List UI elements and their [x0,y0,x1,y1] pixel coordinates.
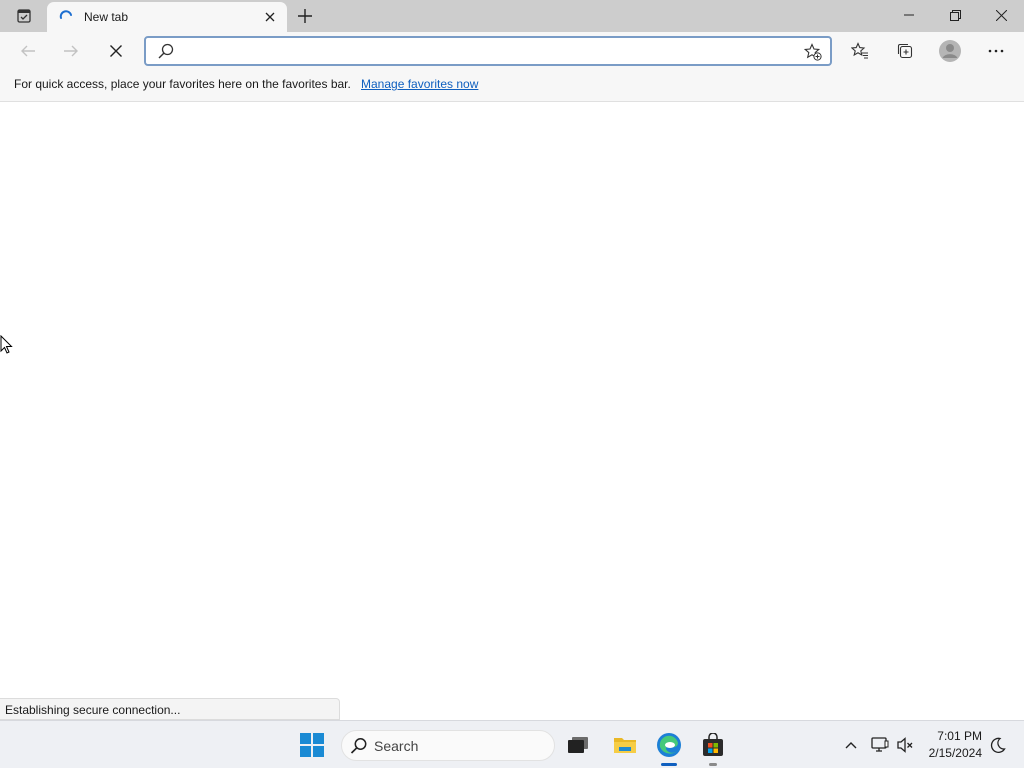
stop-icon [110,45,122,57]
task-view-icon [568,737,588,753]
taskbar: Search 7:01 PM 2/15/2024 [0,720,1024,768]
close-icon [265,12,275,22]
tab-actions-button[interactable] [8,4,40,28]
settings-menu-button[interactable] [981,36,1011,66]
moon-icon [990,737,1006,753]
show-hidden-icons-button[interactable] [840,733,862,757]
status-text: Establishing secure connection... [5,703,181,717]
page-content [0,103,1024,720]
favorites-button[interactable] [845,36,875,66]
more-icon [988,49,1004,53]
mouse-cursor-icon [0,335,13,354]
volume-button[interactable] [894,733,916,757]
loading-spinner-icon [59,10,72,19]
search-icon [350,738,367,754]
taskbar-search-label: Search [374,738,419,754]
tab-new-tab[interactable]: New tab [47,2,287,32]
running-app-indicator [709,763,717,766]
tab-close-button[interactable] [261,8,279,26]
collections-icon [897,43,913,59]
taskbar-search-box[interactable]: Search [341,730,555,761]
restore-icon [949,9,961,21]
task-view-button[interactable] [560,727,596,763]
windows-logo-icon [300,733,324,757]
search-icon [158,43,174,59]
tab-strip: New tab [0,0,1024,32]
edge-icon [657,733,681,757]
start-button[interactable] [294,727,330,763]
address-bar[interactable] [144,36,832,66]
speaker-muted-icon [897,737,913,753]
close-icon [995,9,1007,21]
chevron-up-icon [845,742,857,749]
minimize-icon [904,14,914,16]
folder-icon [614,738,636,753]
network-icon [871,737,889,752]
address-input[interactable] [182,40,782,62]
store-button[interactable] [695,727,731,763]
notification-button[interactable] [987,733,1009,757]
tab-actions-icon [17,9,31,23]
favorites-bar-message: For quick access, place your favorites h… [14,77,351,91]
browser-toolbar [0,32,1024,70]
minimize-button[interactable] [886,0,932,30]
clock-date[interactable]: 2/15/2024 [920,746,982,760]
plus-icon [298,9,312,23]
close-window-button[interactable] [978,0,1024,30]
forward-button[interactable] [56,36,86,66]
network-status-button[interactable] [869,733,891,757]
favorites-icon [851,42,868,59]
forward-arrow-icon [64,45,78,57]
back-button[interactable] [13,36,43,66]
clock-time[interactable]: 7:01 PM [920,729,982,743]
active-app-indicator [661,763,677,766]
favorites-bar: For quick access, place your favorites h… [0,70,1024,102]
status-bubble: Establishing secure connection... [0,698,340,720]
profile-button[interactable] [935,36,965,66]
tab-title: New tab [84,10,129,24]
collections-button[interactable] [890,36,920,66]
new-tab-button[interactable] [292,4,318,28]
file-explorer-button[interactable] [607,727,643,763]
back-arrow-icon [21,45,35,57]
add-favorite-button[interactable] [802,41,824,63]
profile-icon [939,40,961,62]
star-add-icon [804,43,822,61]
store-icon [703,733,723,756]
restore-button[interactable] [932,0,978,30]
stop-button[interactable] [101,36,131,66]
edge-taskbar-button[interactable] [651,727,687,763]
manage-favorites-link[interactable]: Manage favorites now [361,77,478,91]
